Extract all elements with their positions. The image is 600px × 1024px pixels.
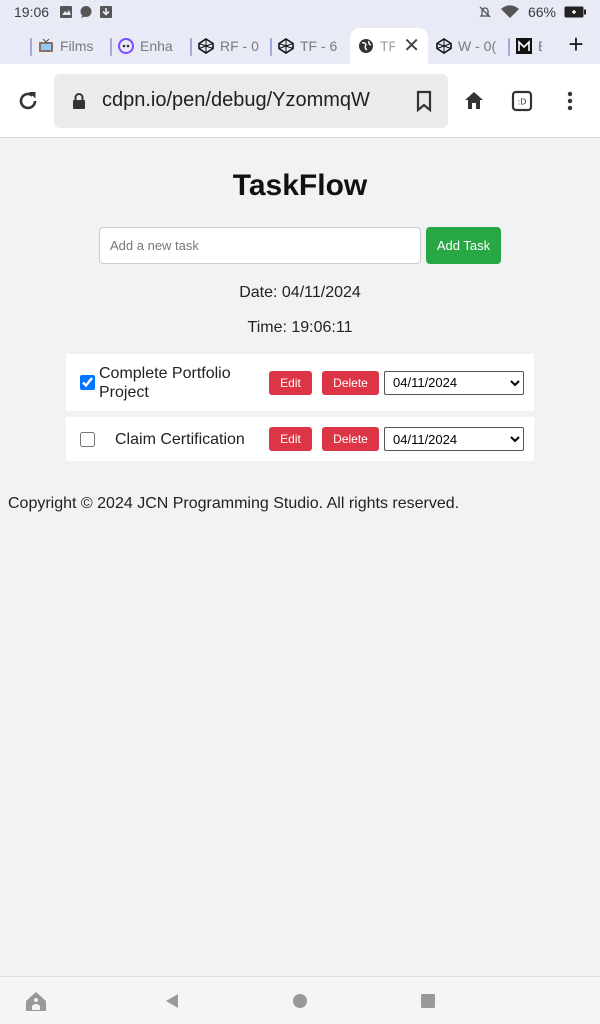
- copyright-footer: Copyright © 2024 JCN Programming Studio.…: [8, 495, 460, 512]
- tab-e[interactable]: E: [508, 28, 550, 64]
- delete-task-button[interactable]: Delete: [322, 370, 379, 395]
- home-nav-button[interactable]: [288, 989, 312, 1013]
- edit-task-button[interactable]: Edit: [269, 370, 312, 395]
- m-logo-icon: [516, 38, 532, 54]
- task-input[interactable]: [99, 227, 421, 264]
- current-date: Date: 04/11/2024: [239, 284, 361, 301]
- status-time: 19:06: [14, 4, 50, 20]
- tv-icon: [38, 38, 54, 54]
- task-list: Complete Portfolio Project Edit Delete 0…: [66, 354, 534, 467]
- more-vert-icon: [567, 91, 573, 110]
- tab-strip: Films Enha RF - 0 TF - 6 TF ✕ W - 0( E +: [0, 24, 600, 64]
- address-bar[interactable]: cdpn.io/pen/debug/YzommqW: [54, 73, 448, 128]
- codepen-icon: [436, 38, 452, 54]
- current-time: Time: 19:06:11: [247, 319, 353, 336]
- image-notification-icon: [60, 6, 73, 18]
- codepen-icon: [198, 38, 214, 54]
- tab-tf-6[interactable]: TF - 6: [270, 28, 350, 64]
- bookmark-icon[interactable]: [414, 90, 434, 112]
- task-item: Complete Portfolio Project Edit Delete 0…: [66, 354, 534, 411]
- wifi-icon: [500, 5, 519, 19]
- home-button[interactable]: [450, 77, 498, 125]
- task-name: Complete Portfolio Project: [99, 364, 231, 401]
- reload-icon: [19, 91, 37, 109]
- notifications-off-icon: [479, 6, 491, 18]
- tab-films[interactable]: Films: [30, 28, 110, 64]
- task-complete-checkbox[interactable]: [80, 431, 95, 447]
- face-icon: [118, 38, 134, 54]
- system-nav-bar: [0, 976, 600, 1024]
- task-name: Claim Certification: [115, 430, 245, 448]
- plus-icon: +: [568, 28, 584, 59]
- home-icon: [465, 91, 483, 109]
- tab-switcher-button[interactable]: :D: [498, 77, 546, 125]
- recents-button[interactable]: [416, 989, 440, 1013]
- recents-icon: [421, 994, 435, 1008]
- globe-icon: [358, 38, 374, 54]
- tab-rf[interactable]: RF - 0: [190, 28, 270, 64]
- tab-switcher-icon: :D: [511, 90, 533, 111]
- download-notification-icon: [100, 6, 113, 18]
- tab-separator: [190, 38, 192, 56]
- task-date-select[interactable]: 04/11/2024: [384, 370, 524, 395]
- close-tab-icon[interactable]: ✕: [403, 36, 420, 56]
- tab-active[interactable]: TF ✕: [350, 28, 428, 64]
- home-circle-icon: [293, 994, 307, 1008]
- battery-percent: 66%: [527, 4, 556, 20]
- back-icon: [166, 994, 178, 1008]
- menu-button[interactable]: [546, 77, 594, 125]
- status-bar: 19:06 66%: [0, 0, 600, 24]
- lock-icon: [73, 92, 85, 109]
- tab-w[interactable]: W - 0(: [428, 28, 508, 64]
- delete-task-button[interactable]: Delete: [322, 427, 379, 451]
- home-person-icon: [26, 992, 46, 1011]
- tab-enhance[interactable]: Enha: [110, 28, 190, 64]
- tab-label: RF - 0: [220, 38, 259, 54]
- battery-icon: [564, 6, 586, 18]
- tab-separator: [30, 38, 32, 56]
- edit-task-button[interactable]: Edit: [269, 427, 312, 451]
- task-item: Claim Certification Edit Delete 04/11/20…: [66, 417, 534, 461]
- task-complete-checkbox[interactable]: [80, 375, 95, 390]
- tab-label: Enha: [140, 38, 173, 54]
- codepen-icon: [278, 38, 294, 54]
- svg-text::D: :D: [518, 97, 527, 106]
- tab-separator: [508, 38, 510, 56]
- task-date-select[interactable]: 04/11/2024: [384, 427, 524, 451]
- url-text[interactable]: cdpn.io/pen/debug/YzommqW: [102, 89, 404, 112]
- tab-label: W - 0(: [458, 38, 497, 54]
- add-task-button[interactable]: Add Task: [426, 227, 501, 264]
- tab-label: Films: [60, 38, 94, 54]
- back-button[interactable]: [160, 989, 184, 1013]
- browser-toolbar: cdpn.io/pen/debug/YzommqW :D: [0, 64, 600, 138]
- page-content: TaskFlow Add Task Date: 04/11/2024 Time:…: [0, 139, 600, 976]
- tab-label: E: [538, 38, 542, 54]
- reload-button[interactable]: [2, 75, 54, 127]
- chat-notification-icon: [80, 6, 92, 18]
- accessibility-button[interactable]: [24, 989, 48, 1013]
- add-task-row: Add Task: [99, 227, 501, 264]
- tab-separator: [270, 38, 272, 56]
- new-tab-button[interactable]: +: [552, 24, 600, 64]
- tab-label: TF: [380, 38, 396, 54]
- tab-separator: [110, 38, 112, 56]
- tab-label: TF - 6: [300, 38, 338, 54]
- page-title: TaskFlow: [232, 169, 368, 202]
